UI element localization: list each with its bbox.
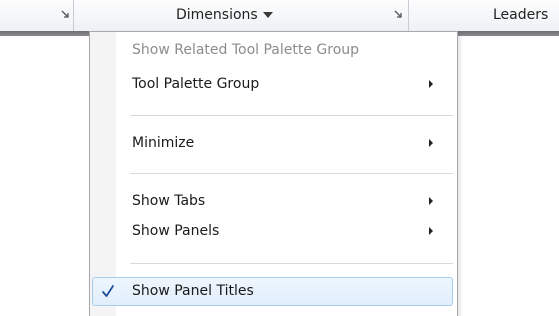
menu-item-show-panel-titles[interactable]: Show Panel Titles — [92, 277, 453, 306]
context-menu: Show Related Tool Palette Group Tool Pal… — [89, 31, 458, 316]
menu-item-label: Show Related Tool Palette Group — [132, 42, 360, 58]
submenu-arrow-icon — [429, 80, 433, 88]
menu-item-label: Show Tabs — [132, 193, 206, 209]
menu-separator — [130, 173, 453, 174]
menu-item-minimize[interactable]: Minimize — [92, 129, 453, 157]
menu-item-show-panels[interactable]: Show Panels — [92, 217, 453, 245]
menu-item-show-tabs[interactable]: Show Tabs — [92, 187, 453, 215]
panel-separator — [408, 0, 409, 31]
menu-item-label: Show Panel Titles — [132, 283, 254, 299]
menu-item-label: Show Panels — [132, 223, 220, 239]
panel-title-dimensions[interactable]: Dimensions — [176, 6, 258, 24]
menu-item-show-related-tool-palette-group: Show Related Tool Palette Group — [92, 36, 453, 64]
checkmark-icon — [102, 285, 114, 297]
panel-title-leaders[interactable]: Leaders — [493, 6, 548, 24]
menu-separator — [130, 263, 453, 264]
panel-separator — [73, 0, 74, 31]
menu-item-tool-palette-group[interactable]: Tool Palette Group — [92, 70, 453, 98]
menu-item-label: Tool Palette Group — [132, 76, 260, 92]
panel-launcher-icon[interactable] — [393, 9, 404, 20]
menu-item-label: Minimize — [132, 135, 195, 151]
panel-launcher-icon[interactable] — [60, 9, 71, 20]
ribbon-panel-title-bar: Dimensions Leaders — [0, 0, 559, 32]
submenu-arrow-icon — [429, 139, 433, 147]
dropdown-arrow-icon[interactable] — [263, 12, 273, 18]
submenu-arrow-icon — [429, 227, 433, 235]
menu-separator — [130, 115, 453, 116]
submenu-arrow-icon — [429, 197, 433, 205]
autocad-ribbon-context: Dimensions Leaders Show Related Tool Pal… — [0, 0, 559, 316]
